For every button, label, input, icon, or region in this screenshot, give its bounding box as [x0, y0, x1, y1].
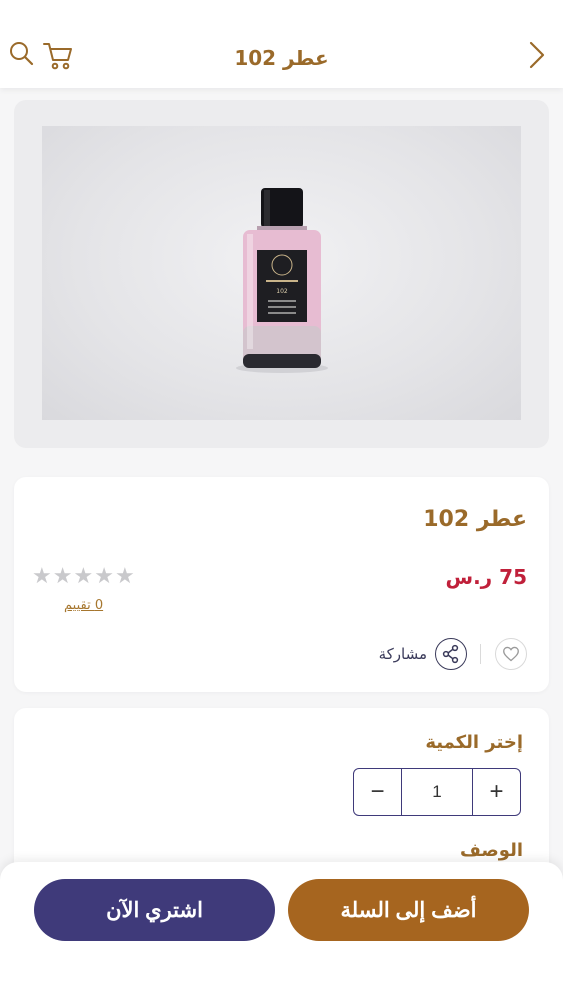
- decrease-quantity-button[interactable]: −: [354, 769, 402, 815]
- add-to-cart-button[interactable]: أضف إلى السلة: [288, 879, 529, 941]
- rating-count-link[interactable]: 0 تقييم: [64, 598, 103, 613]
- minus-icon: −: [370, 778, 385, 805]
- product-image-card: 102: [14, 100, 549, 448]
- chevron-right-icon[interactable]: [527, 40, 547, 74]
- star-icon: ★: [94, 564, 114, 589]
- star-icon: ★: [73, 564, 94, 589]
- page-title: عطر 102: [234, 46, 329, 70]
- quantity-value[interactable]: 1: [402, 769, 472, 815]
- favorite-button[interactable]: [495, 638, 527, 670]
- product-info-card: عطر 102 75 ر.س ★ ★ ★ ★ ★ 0 تقييم مشاركة: [14, 477, 549, 692]
- product-name: عطر 102: [423, 507, 527, 532]
- product-price: 75 ر.س: [445, 565, 527, 589]
- star-icon: ★: [32, 564, 52, 589]
- divider: [480, 644, 481, 664]
- plus-icon: +: [489, 778, 504, 805]
- share-button[interactable]: [435, 638, 467, 670]
- bottle-label-number: 102: [276, 288, 288, 295]
- bottom-action-bar: أضف إلى السلة اشتري الآن: [0, 862, 563, 1000]
- quantity-title: إختر الكمية: [425, 732, 523, 753]
- share-icon: [442, 644, 459, 664]
- star-icon: ★: [114, 564, 135, 589]
- quantity-stepper: − 1 +: [353, 768, 521, 816]
- description-title: الوصف: [459, 840, 523, 861]
- rating-stars: ★ ★ ★ ★ ★: [32, 566, 135, 588]
- top-bar: عطر 102: [0, 0, 563, 88]
- share-label[interactable]: مشاركة: [379, 645, 427, 663]
- heart-icon: [503, 646, 519, 662]
- product-photo[interactable]: 102: [42, 126, 521, 420]
- star-icon: ★: [52, 564, 73, 589]
- buy-now-button[interactable]: اشتري الآن: [34, 879, 275, 941]
- increase-quantity-button[interactable]: +: [472, 769, 520, 815]
